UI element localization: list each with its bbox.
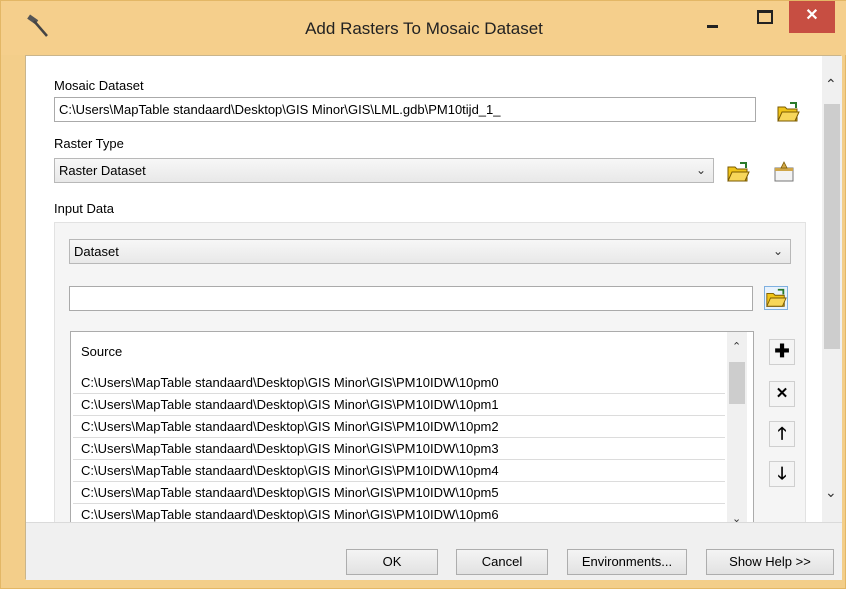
list-item[interactable]: C:\Users\MapTable standaard\Desktop\GIS … xyxy=(73,416,725,438)
dialog-scrollbar[interactable]: ⌃ ⌄ xyxy=(822,56,842,522)
close-button[interactable]: ✕ xyxy=(789,1,835,33)
ok-button[interactable]: OK xyxy=(346,549,438,575)
raster-type-dropdown[interactable]: Raster Dataset ⌄ xyxy=(54,158,714,183)
list-item[interactable]: C:\Users\MapTable standaard\Desktop\GIS … xyxy=(73,438,725,460)
move-up-button[interactable]: 🡑 xyxy=(769,421,795,447)
source-list[interactable]: Source C:\Users\MapTable standaard\Deskt… xyxy=(70,331,754,523)
open-folder-icon xyxy=(766,288,787,307)
open-folder-icon xyxy=(777,102,800,122)
raster-type-value: Raster Dataset xyxy=(59,163,146,178)
input-data-group: Dataset ⌄ Source C:\Users\MapTable stand… xyxy=(54,222,806,523)
raster-type-label: Raster Type xyxy=(54,136,124,151)
list-item[interactable]: C:\Users\MapTable standaard\Desktop\GIS … xyxy=(73,504,725,522)
cancel-button[interactable]: Cancel xyxy=(456,549,548,575)
minimize-button[interactable] xyxy=(704,15,724,29)
show-help-button[interactable]: Show Help >> xyxy=(706,549,834,575)
add-row-button[interactable]: ✚ xyxy=(769,339,795,365)
list-item[interactable]: C:\Users\MapTable standaard\Desktop\GIS … xyxy=(73,372,725,394)
raster-type-properties-button[interactable] xyxy=(772,160,796,184)
chevron-up-icon[interactable]: ⌃ xyxy=(825,76,837,93)
input-data-browse-button[interactable] xyxy=(764,286,788,310)
title-bar[interactable]: Add Rasters To Mosaic Dataset ✕ xyxy=(1,1,846,55)
maximize-button[interactable] xyxy=(757,10,773,24)
list-item[interactable]: C:\Users\MapTable standaard\Desktop\GIS … xyxy=(73,482,725,504)
chevron-down-icon: ⌄ xyxy=(695,163,706,177)
dialog-body: Mosaic Dataset C:\Users\MapTable standaa… xyxy=(25,55,842,580)
remove-row-button[interactable]: ✕ xyxy=(769,381,795,407)
source-list-scrollbar[interactable]: ⌃ ⌄ xyxy=(727,332,747,522)
chevron-up-icon[interactable]: ⌃ xyxy=(732,340,741,353)
mosaic-dataset-label: Mosaic Dataset xyxy=(54,78,144,93)
list-item[interactable]: C:\Users\MapTable standaard\Desktop\GIS … xyxy=(73,394,725,416)
source-column-header: Source xyxy=(81,344,123,359)
input-data-label: Input Data xyxy=(54,201,114,216)
list-item[interactable]: C:\Users\MapTable standaard\Desktop\GIS … xyxy=(73,460,725,482)
chevron-down-icon[interactable]: ⌄ xyxy=(825,484,837,501)
mosaic-dataset-input[interactable]: C:\Users\MapTable standaard\Desktop\GIS … xyxy=(54,97,756,122)
chevron-down-icon: ⌄ xyxy=(772,244,783,258)
raster-type-browse-button[interactable] xyxy=(726,160,750,184)
mosaic-dataset-browse-button[interactable] xyxy=(776,100,800,124)
properties-icon xyxy=(774,161,794,182)
input-data-type-value: Dataset xyxy=(74,244,119,259)
move-down-button[interactable]: 🡓 xyxy=(769,461,795,487)
source-list-scroll-thumb[interactable] xyxy=(729,362,745,404)
input-data-path-input[interactable] xyxy=(69,286,753,311)
environments-button[interactable]: Environments... xyxy=(567,549,687,575)
input-data-type-dropdown[interactable]: Dataset ⌄ xyxy=(69,239,791,264)
dialog-window: Add Rasters To Mosaic Dataset ✕ Mosaic D… xyxy=(0,0,846,589)
button-bar: OK Cancel Environments... Show Help >> xyxy=(26,522,842,580)
open-folder-icon xyxy=(727,162,750,182)
dialog-scroll-thumb[interactable] xyxy=(824,104,840,349)
